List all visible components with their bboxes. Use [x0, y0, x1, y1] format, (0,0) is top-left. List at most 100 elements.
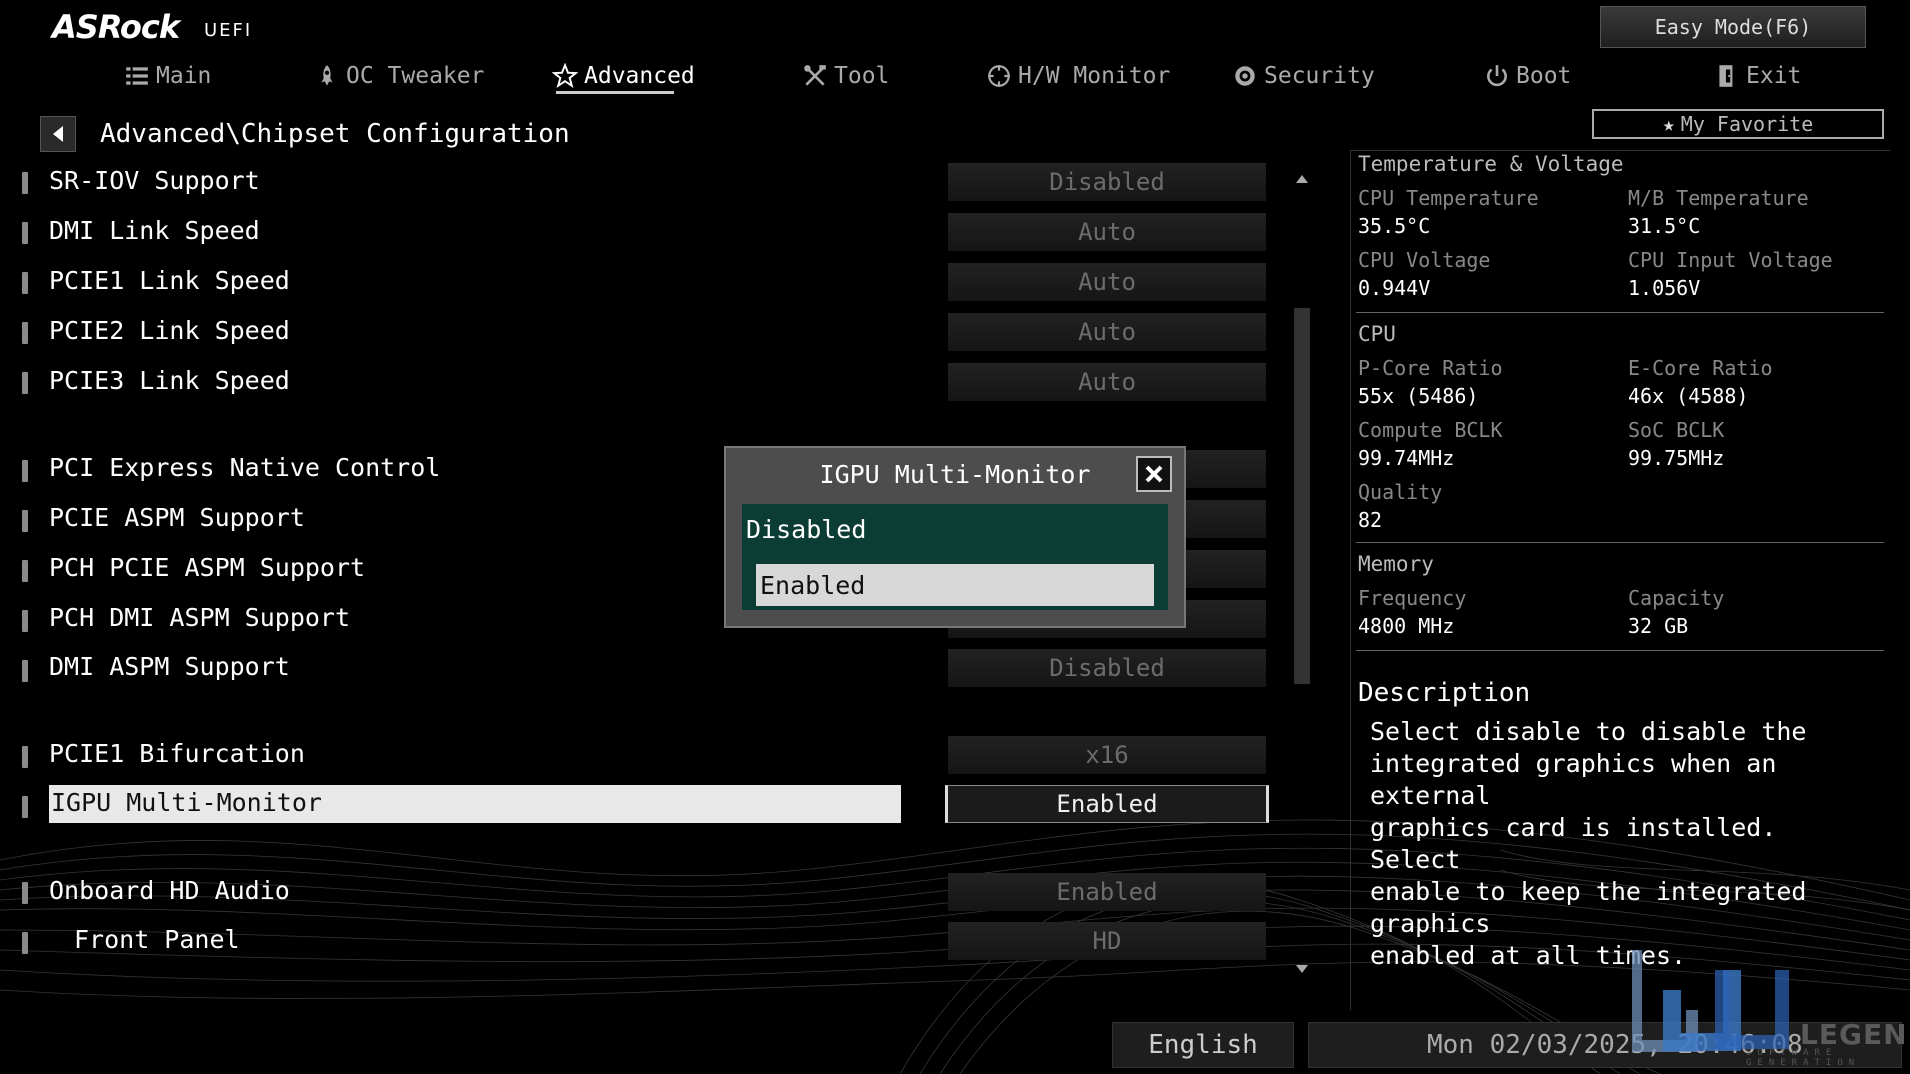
p-core-ratio-value: 55x (5486) — [1358, 384, 1479, 408]
description-title: Description — [1358, 678, 1531, 708]
setting-dmi-link-speed-value[interactable]: Auto — [948, 213, 1266, 251]
row-marker — [22, 272, 28, 294]
memory-capacity-label: Capacity — [1628, 586, 1725, 610]
scroll-down-button[interactable] — [1294, 960, 1310, 978]
tab-oc-tweaker[interactable]: OC Tweaker — [314, 56, 484, 96]
star-icon — [552, 63, 578, 89]
tab-advanced[interactable]: Advanced — [552, 56, 695, 96]
memory-frequency-label: Frequency — [1358, 586, 1467, 610]
tab-oc-tweaker-label: OC Tweaker — [346, 63, 485, 89]
tab-main-label: Main — [156, 63, 212, 89]
description-line: integrated graphics when an external — [1370, 749, 1777, 810]
watermark-text: LEGEND — [1800, 1018, 1910, 1051]
option-enabled[interactable]: Enabled — [756, 564, 1154, 606]
row-marker — [22, 460, 28, 482]
monitor-icon — [988, 65, 1010, 87]
divider — [1356, 312, 1884, 313]
language-button[interactable]: English — [1112, 1022, 1294, 1068]
quality-value: 82 — [1358, 508, 1383, 532]
setting-pcie2-link-speed-label[interactable]: PCIE2 Link Speed — [49, 313, 290, 351]
shield-icon — [1235, 66, 1255, 86]
cpu-voltage-value: 0.944V — [1358, 276, 1431, 300]
setting-igpu-multi-monitor-value[interactable]: Enabled — [945, 785, 1269, 823]
tab-tool-label: Tool — [834, 63, 890, 89]
row-marker — [22, 882, 28, 904]
scroll-up-button[interactable] — [1294, 170, 1310, 188]
brand-logo: ASRock — [52, 8, 180, 46]
watermark-subtext: SOFTWARE GENERATION — [1746, 1048, 1861, 1068]
dialog-close-button[interactable] — [1136, 456, 1172, 492]
power-icon — [1487, 65, 1507, 87]
watermark-logo-icon — [1632, 950, 1789, 1052]
breadcrumb: Advanced\Chipset Configuration — [100, 119, 570, 149]
memory-section-title: Memory — [1358, 552, 1434, 576]
setting-pch-dmi-aspm-support-label[interactable]: PCH DMI ASPM Support — [49, 600, 350, 638]
setting-pch-pcie-aspm-support-label[interactable]: PCH PCIE ASPM Support — [49, 550, 365, 588]
mb-temperature-label: M/B Temperature — [1628, 186, 1809, 210]
tab-exit-label: Exit — [1746, 63, 1802, 89]
setting-pcie1-bifurcation-value[interactable]: x16 — [948, 736, 1266, 774]
setting-sr-iov-value[interactable]: Disabled — [948, 163, 1266, 201]
mb-temperature-value: 31.5°C — [1628, 214, 1701, 238]
chevron-down-icon — [1296, 965, 1308, 973]
igpu-multi-monitor-dialog: IGPU Multi-Monitor Disabled Enabled — [724, 446, 1186, 628]
setting-pcie3-link-speed-label[interactable]: PCIE3 Link Speed — [49, 363, 290, 401]
setting-pcie1-link-speed-label[interactable]: PCIE1 Link Speed — [49, 263, 290, 301]
option-disabled[interactable]: Disabled — [742, 508, 1140, 550]
setting-dmi-link-speed-label[interactable]: DMI Link Speed — [49, 213, 260, 251]
scrollbar-thumb[interactable] — [1294, 308, 1310, 684]
description-text: Select disable to disable the integrated… — [1370, 716, 1880, 972]
brand-uefi: UEFI — [204, 20, 253, 41]
p-core-ratio-label: P-Core Ratio — [1358, 356, 1503, 380]
divider — [1356, 650, 1884, 651]
row-marker — [22, 172, 28, 194]
memory-frequency-value: 4800 MHz — [1358, 614, 1455, 638]
setting-pcie-aspm-support-label[interactable]: PCIE ASPM Support — [49, 500, 305, 538]
setting-dmi-aspm-support-value[interactable]: Disabled — [948, 649, 1266, 687]
list-icon — [126, 67, 148, 85]
tools-icon — [804, 65, 826, 86]
setting-front-panel-label[interactable]: Front Panel — [74, 922, 240, 960]
setting-pcie2-link-speed-value[interactable]: Auto — [948, 313, 1266, 351]
tab-main[interactable]: Main — [124, 56, 211, 96]
row-marker — [22, 372, 28, 394]
cpu-voltage-label: CPU Voltage — [1358, 248, 1491, 272]
my-favorite-button[interactable]: ★ My Favorite — [1592, 109, 1884, 139]
setting-pcie3-link-speed-value[interactable]: Auto — [948, 363, 1266, 401]
e-core-ratio-label: E-Core Ratio — [1628, 356, 1773, 380]
tab-security[interactable]: Security — [1232, 56, 1375, 96]
close-icon — [1145, 465, 1163, 483]
soc-bclk-value: 99.75MHz — [1628, 446, 1725, 470]
setting-pcie1-bifurcation-label[interactable]: PCIE1 Bifurcation — [49, 736, 305, 774]
row-marker — [22, 746, 28, 768]
cpu-temperature-value: 35.5°C — [1358, 214, 1431, 238]
easy-mode-button[interactable]: Easy Mode(F6) — [1600, 6, 1866, 48]
row-marker — [22, 222, 28, 244]
my-favorite-label: My Favorite — [1680, 112, 1814, 136]
quality-label: Quality — [1358, 480, 1443, 504]
setting-pci-express-native-control-label[interactable]: PCI Express Native Control — [49, 450, 440, 488]
setting-front-panel-value[interactable]: HD — [948, 922, 1266, 960]
setting-sr-iov-label[interactable]: SR-IOV Support — [49, 163, 260, 201]
dialog-title: IGPU Multi-Monitor — [819, 460, 1091, 489]
setting-onboard-hd-audio-label[interactable]: Onboard HD Audio — [49, 873, 290, 911]
exit-icon — [1719, 65, 1733, 87]
tab-boot[interactable]: Boot — [1484, 56, 1571, 96]
setting-pcie1-link-speed-value[interactable]: Auto — [948, 263, 1266, 301]
cpu-section-title: CPU — [1358, 322, 1396, 346]
back-button[interactable] — [40, 116, 76, 152]
setting-onboard-hd-audio-value[interactable]: Enabled — [948, 873, 1266, 911]
active-tab-underline — [556, 91, 674, 94]
tab-hw-monitor[interactable]: H/W Monitor — [986, 56, 1170, 96]
row-marker — [22, 610, 28, 632]
divider — [1356, 542, 1884, 543]
row-marker — [22, 932, 28, 954]
tab-exit[interactable]: Exit — [1714, 56, 1801, 96]
chevron-up-icon — [1296, 175, 1308, 183]
setting-dmi-aspm-support-label[interactable]: DMI ASPM Support — [49, 649, 290, 687]
description-line: enabled at all times. — [1370, 941, 1687, 970]
tab-tool[interactable]: Tool — [802, 56, 889, 96]
rocket-icon — [321, 65, 333, 86]
setting-igpu-multi-monitor-label[interactable]: IGPU Multi-Monitor — [49, 785, 901, 823]
description-line: enable to keep the integrated graphics — [1370, 877, 1807, 938]
